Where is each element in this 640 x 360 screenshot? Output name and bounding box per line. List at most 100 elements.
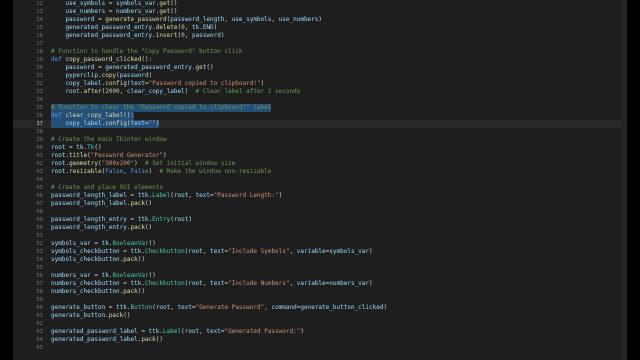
line-number: 35	[36, 105, 43, 111]
line-number: 53	[36, 249, 43, 255]
code-token: ()	[155, 336, 164, 343]
code-token: generated_password_label	[51, 336, 138, 343]
code-token: END	[202, 24, 214, 31]
code-token: ()	[123, 312, 131, 319]
line-text: def copy_password_clicked():	[51, 56, 152, 64]
line-number: 39	[36, 137, 43, 143]
code-token: ""	[148, 120, 156, 127]
code-line[interactable]: 28 # Function to handle the "Copy Passwor…	[13, 48, 627, 56]
code-token: ,	[271, 16, 279, 23]
code-line[interactable]: 59	[13, 296, 627, 304]
code-token: 2000	[105, 88, 120, 95]
code-line[interactable]: 45 # Create and place GUI elements	[13, 184, 627, 192]
code-token: ,	[184, 24, 192, 31]
code-line[interactable]: 29 def copy_password_clicked():	[13, 56, 627, 64]
code-line[interactable]: 50 password_length_entry.pack()	[13, 224, 627, 232]
code-line[interactable]: 25 generated_password_entry.delete(0, tk…	[13, 24, 627, 32]
code-line[interactable]: 43 root.resizable(False, False) # Make th…	[13, 168, 627, 176]
code-token: Label	[152, 192, 171, 199]
code-line[interactable]: 40 root = tk.Tk()	[13, 144, 627, 152]
line-text: symbols_checkbutton = ttk.Checkbutton(ro…	[51, 248, 373, 256]
code-line[interactable]: 51	[13, 232, 627, 240]
code-line[interactable]: 46 password_length_label = ttk.Label(root…	[13, 192, 627, 200]
line-text: numbers_checkbutton.pack()	[51, 288, 145, 296]
line-text: numbers_checkbutton = ttk.Checkbutton(ro…	[51, 280, 373, 288]
line-number: 64	[36, 337, 43, 343]
code-token: command	[271, 304, 297, 311]
code-lines[interactable]: 22 use_symbols = symbols_var.get() 23 use…	[13, 0, 627, 352]
line-number: 46	[36, 193, 43, 199]
line-text: # Function to clear the "Password copied…	[51, 104, 272, 112]
code-line[interactable]: 34	[13, 96, 627, 104]
code-token: =	[137, 328, 149, 335]
code-editor[interactable]: 22 use_symbols = symbols_var.get() 23 use…	[13, 0, 627, 360]
code-token: )	[278, 192, 283, 199]
code-line[interactable]: 41 root.title("Password Generator")	[13, 152, 627, 160]
line-number: 31	[36, 73, 43, 79]
code-line[interactable]: 61 generate_button.pack()	[13, 312, 627, 320]
code-line[interactable]: 64 generated_password_label.pack()	[13, 336, 627, 344]
code-token: password	[51, 16, 95, 23]
code-token: False	[105, 168, 124, 175]
code-token: insert	[155, 32, 178, 39]
code-token: pack	[141, 336, 156, 343]
code-line[interactable]: 39 # Create the main Tkinter window	[13, 136, 627, 144]
code-token: title	[69, 152, 88, 159]
code-token: pack	[130, 200, 145, 207]
code-line[interactable]: 55	[13, 264, 627, 272]
code-token: ()	[148, 272, 156, 279]
code-line[interactable]: 54 symbols_checkbutton.pack()	[13, 256, 627, 264]
code-line[interactable]: 36 def clear_copy_label():	[13, 112, 627, 120]
code-token: symbols_checkbutton	[51, 256, 120, 263]
code-line[interactable]: 33 root.after(2000, clear_copy_label) # …	[13, 88, 627, 96]
code-line[interactable]: 58 numbers_checkbutton.pack()	[13, 288, 627, 296]
code-token: numbers_var	[329, 280, 370, 287]
code-line[interactable]: 37 copy_label.config(text="")	[13, 120, 627, 128]
code-line[interactable]: 49 password_length_entry = ttk.Entry(root…	[13, 216, 627, 224]
code-line[interactable]: 32 copy_label.config(text="Password copi…	[13, 80, 627, 88]
line-number: 47	[36, 201, 43, 207]
code-token: "Generate Password"	[195, 304, 265, 311]
code-token: generated_password_entry	[105, 64, 192, 71]
line-text: # Function to handle the "Copy Password"…	[51, 48, 242, 56]
code-line[interactable]: 42 root.geometry("300x200") # Set initial…	[13, 160, 627, 168]
code-line[interactable]: 38	[13, 128, 627, 136]
line-text: generated_password_label = ttk.Label(roo…	[51, 328, 304, 336]
code-token: ttk	[116, 304, 127, 311]
line-text: # Create and place GUI elements	[51, 184, 163, 192]
code-line[interactable]: 60 generate_button = ttk.Button(root, tex…	[13, 304, 627, 312]
code-line[interactable]: 47 password_length_label.pack()	[13, 200, 627, 208]
code-token: ()	[144, 200, 153, 207]
code-line[interactable]: 48	[13, 208, 627, 216]
code-token: ()	[170, 0, 178, 7]
line-number: 26	[36, 33, 43, 39]
code-line[interactable]: 62	[13, 320, 627, 328]
code-line[interactable]: 56 numbers_var = tk.BooleanVar()	[13, 272, 627, 280]
code-line[interactable]: 30 password = generated_password_entry.g…	[13, 64, 627, 72]
code-token: )	[213, 24, 218, 31]
code-token: =	[105, 8, 117, 15]
code-line[interactable]: 65	[13, 344, 627, 352]
code-line[interactable]: 26 generated_password_entry.insert(0, pa…	[13, 32, 627, 40]
code-token: text	[210, 248, 225, 255]
code-line[interactable]: 53 symbols_checkbutton = ttk.Checkbutton(…	[13, 248, 627, 256]
code-token: Entry	[152, 216, 171, 223]
code-token: generated_password_label	[51, 328, 138, 335]
code-line[interactable]: 35 # Function to clear the "Password copi…	[13, 104, 627, 112]
code-line[interactable]: 22 use_symbols = symbols_var.get()	[13, 0, 627, 8]
code-line[interactable]: 31 pyperclip.copy(password)	[13, 72, 627, 80]
code-line[interactable]: 27	[13, 40, 627, 48]
line-text: generate_button = ttk.Button(root, text=…	[51, 304, 387, 312]
code-line[interactable]: 24 password = generate_password(password…	[13, 16, 627, 24]
code-token: use_symbols	[51, 0, 106, 7]
code-line[interactable]: 57 numbers_checkbutton = ttk.Checkbutton(…	[13, 280, 627, 288]
code-token: =	[90, 272, 102, 279]
letterbox-right	[627, 0, 640, 360]
code-line[interactable]: 44	[13, 176, 627, 184]
code-token: get	[159, 8, 171, 15]
code-line[interactable]: 23 use_numbers = numbers_var.get()	[13, 8, 627, 16]
code-token: ,	[188, 192, 196, 199]
code-line[interactable]: 52 symbols_var = tk.BooleanVar()	[13, 240, 627, 248]
line-text: password_length_entry = ttk.Entry(root)	[51, 216, 192, 224]
code-line[interactable]: 63 generated_password_label = ttk.Label(r…	[13, 328, 627, 336]
